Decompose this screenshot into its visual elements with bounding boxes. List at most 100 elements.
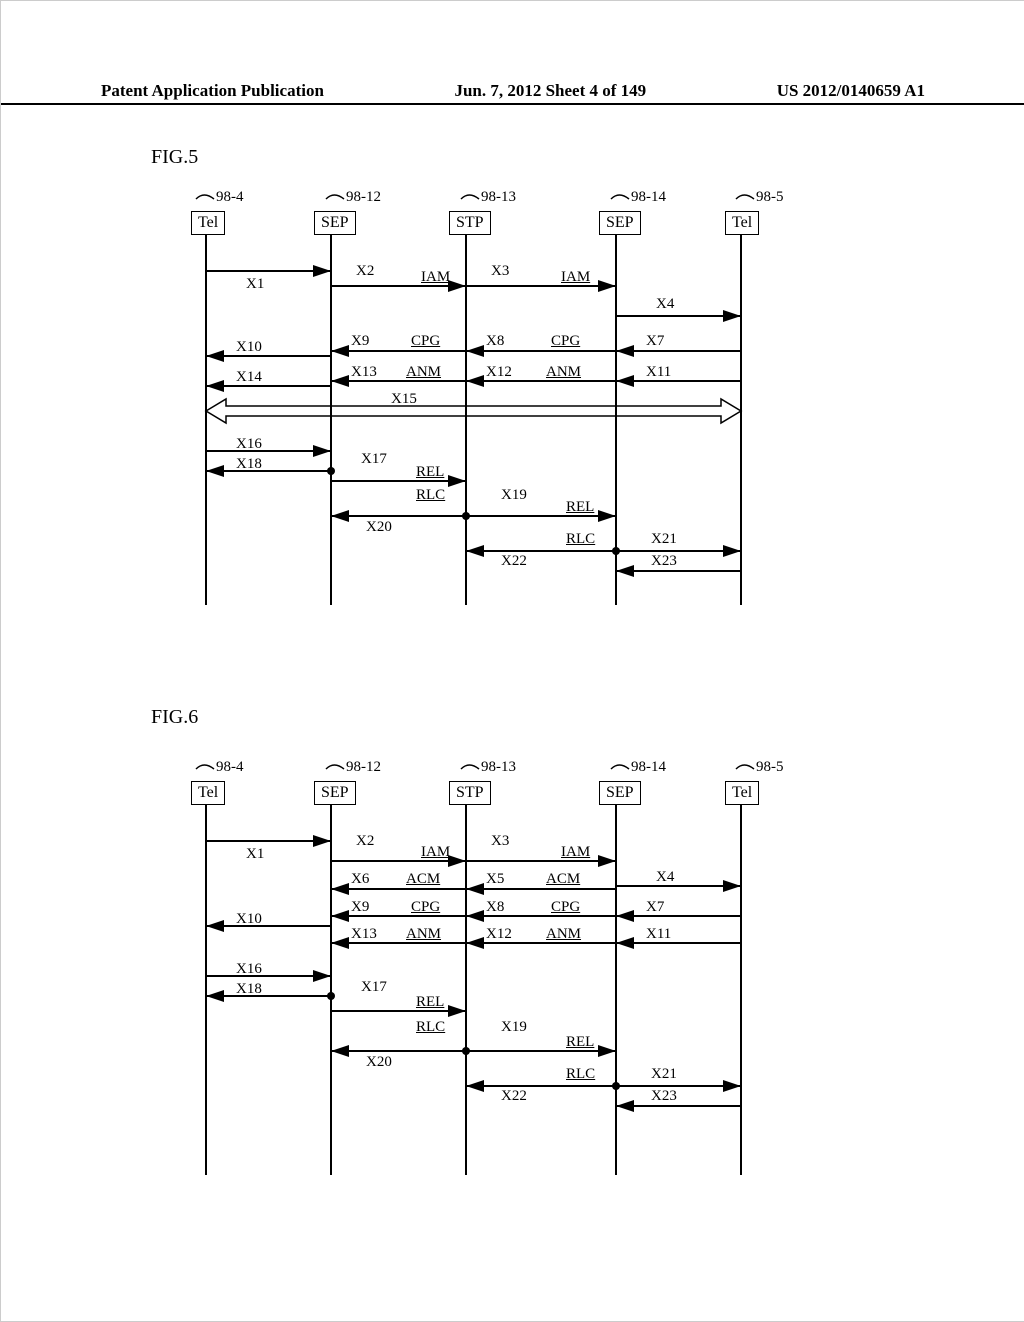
ref-98-5: 98-5 [756,189,784,206]
node6-tel-right: Tel [725,781,759,805]
msg6-acm-2: ACM [546,871,580,888]
x22: X22 [501,553,527,570]
x9: X9 [351,333,369,350]
lifeline6-1 [205,805,207,1175]
lifeline-2 [330,235,332,605]
ref-98-13: 98-13 [481,189,516,206]
header-right: US 2012/0140659 A1 [777,81,925,101]
msg6-rlc-1: RLC [416,1019,445,1036]
lifeline-1 [205,235,207,605]
ref6-98-4: 98-4 [216,759,244,776]
x11: X11 [646,364,671,381]
node-stp: STP [449,211,491,235]
x20: X20 [366,519,392,536]
msg6-anm-2: ANM [546,926,581,943]
x1b: X1 [246,846,264,863]
ref6-98-12: 98-12 [346,759,381,776]
node6-sep-right: SEP [599,781,641,805]
x19b: X19 [501,1019,527,1036]
x3: X3 [491,263,509,280]
x8: X8 [486,333,504,350]
msg6-iam-2: IAM [561,844,590,861]
x21b: X21 [651,1066,677,1083]
msg-rlc-1: RLC [416,487,445,504]
ref-98-12: 98-12 [346,189,381,206]
msg6-acm-1: ACM [406,871,440,888]
x13b: X13 [351,926,377,943]
x7b: X7 [646,899,664,916]
lifeline6-2 [330,805,332,1175]
fig5-label: FIG.5 [151,146,198,169]
node6-sep-left: SEP [314,781,356,805]
fig6-label: FIG.6 [151,706,198,729]
node-tel-left: Tel [191,211,225,235]
x12: X12 [486,364,512,381]
header-left: Patent Application Publication [101,81,324,101]
msg6-rel-1: REL [416,994,444,1011]
x8b: X8 [486,899,504,916]
lifeline-3 [465,235,467,605]
x4b: X4 [656,869,674,886]
msg6-iam-1: IAM [421,844,450,861]
ref6-98-13: 98-13 [481,759,516,776]
page-header: Patent Application Publication Jun. 7, 2… [1,81,1024,105]
ref6-98-5: 98-5 [756,759,784,776]
x18b: X18 [236,981,262,998]
msg6-anm-1: ANM [406,926,441,943]
x15: X15 [391,391,417,408]
fig5-diagram: 98-4 98-12 98-13 98-14 98-5 Tel SEP STP … [151,191,851,671]
msg-cpg-2: CPG [551,333,580,350]
x23b: X23 [651,1088,677,1105]
x6b: X6 [351,871,369,888]
msg-iam-2: IAM [561,269,590,286]
lifeline-5 [740,235,742,605]
x14: X14 [236,369,262,386]
msg-cpg-1: CPG [411,333,440,350]
node-tel-right: Tel [725,211,759,235]
lifeline6-3 [465,805,467,1175]
header-center: Jun. 7, 2012 Sheet 4 of 149 [454,81,646,101]
x1: X1 [246,276,264,293]
x5b: X5 [486,871,504,888]
x2b: X2 [356,833,374,850]
msg6-rel-2: REL [566,1034,594,1051]
x4: X4 [656,296,674,313]
x16b: X16 [236,961,262,978]
x13: X13 [351,364,377,381]
lifeline6-4 [615,805,617,1175]
msg-rel-1: REL [416,464,444,481]
ref6-98-14: 98-14 [631,759,666,776]
x19: X19 [501,487,527,504]
ref-98-14: 98-14 [631,189,666,206]
x10b: X10 [236,911,262,928]
x16: X16 [236,436,262,453]
x23: X23 [651,553,677,570]
x17b: X17 [361,979,387,996]
msg-rlc-2: RLC [566,531,595,548]
x10: X10 [236,339,262,356]
x21: X21 [651,531,677,548]
x18: X18 [236,456,262,473]
msg-iam-1: IAM [421,269,450,286]
msg-anm-1: ANM [406,364,441,381]
msg-rel-2: REL [566,499,594,516]
page: Patent Application Publication Jun. 7, 2… [0,0,1024,1322]
node6-tel-left: Tel [191,781,225,805]
x9b: X9 [351,899,369,916]
node-sep-right: SEP [599,211,641,235]
x20b: X20 [366,1054,392,1071]
lifeline-4 [615,235,617,605]
msg6-cpg-1: CPG [411,899,440,916]
x3b: X3 [491,833,509,850]
fig6-diagram: 98-4 98-12 98-13 98-14 98-5 Tel SEP STP … [151,761,851,1241]
x7: X7 [646,333,664,350]
msg6-rlc-2: RLC [566,1066,595,1083]
x2: X2 [356,263,374,280]
msg6-cpg-2: CPG [551,899,580,916]
ref-98-4: 98-4 [216,189,244,206]
x17: X17 [361,451,387,468]
x12b: X12 [486,926,512,943]
x22b: X22 [501,1088,527,1105]
msg-anm-2: ANM [546,364,581,381]
x11b: X11 [646,926,671,943]
